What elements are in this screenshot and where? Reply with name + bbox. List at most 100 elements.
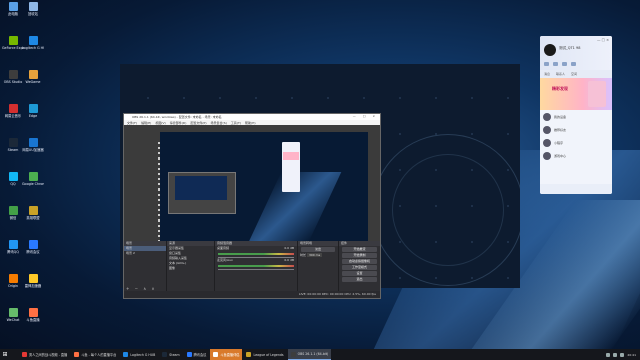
menu-item[interactable]: 帮助(H): [245, 121, 256, 125]
desktop-icon[interactable]: Google Chrome: [22, 172, 44, 186]
taskbar-item[interactable]: 腾讯会议: [184, 349, 210, 360]
mixer-channel-label: 桌面音频 0.0 dB: [215, 246, 297, 251]
tray-clock[interactable]: 20:41: [627, 353, 636, 357]
taskbar-item[interactable]: OBS 26.1.1 (64-bit): [287, 349, 332, 360]
tab-contacts[interactable]: 联系人: [556, 72, 565, 76]
desktop-icon[interactable]: QQ: [2, 172, 24, 186]
desktop-icon[interactable]: Edge: [22, 104, 44, 118]
chat-panel[interactable]: 测试_QT1 98 — □ × 消息 联系人 空间 精彩发现 我的设备 推荐好友小…: [540, 36, 612, 194]
app-icon: [290, 351, 296, 357]
taskbar-item-label: 腾讯会议: [193, 353, 207, 357]
mail-icon[interactable]: [544, 62, 549, 66]
mixer-channel-label: 麦克风/Aux 0.0 dB: [215, 258, 297, 263]
menu-item[interactable]: 编辑(E): [141, 121, 151, 125]
desktop-icon[interactable]: 斗鱼直播: [22, 308, 44, 322]
search-icon[interactable]: [10, 349, 19, 360]
app-icon: [28, 36, 38, 45]
app-icon: [8, 2, 18, 11]
volume-meter: [218, 253, 294, 255]
desktop-icon[interactable]: 腾讯会议: [22, 240, 44, 254]
desktop-icon[interactable]: Origin: [2, 274, 24, 288]
desktop-icon[interactable]: 网易云音乐: [2, 104, 24, 118]
control-button[interactable]: 开始录制: [342, 253, 377, 258]
list-item[interactable]: 我的设备: [540, 110, 612, 123]
control-button[interactable]: 工作室模式: [342, 265, 377, 270]
desktop-icon[interactable]: 微信: [2, 206, 24, 220]
scene-item[interactable]: 场景 2: [124, 251, 166, 256]
desktop-icon[interactable]: 回收站: [22, 2, 44, 16]
app-icon: [8, 274, 18, 283]
app-icon: [22, 352, 27, 357]
desktop-icon[interactable]: GeForce Experience: [2, 36, 24, 50]
desktop-icon[interactable]: OBS Studio: [2, 70, 24, 84]
menu-item[interactable]: 工具(T): [231, 121, 241, 125]
taskbar-item[interactable]: 男人之间的战斗视频 - 直播: [19, 349, 70, 360]
obs-preview-area: [124, 125, 380, 243]
app-icon: [28, 274, 38, 283]
desktop-icon[interactable]: 网易UU加速器: [22, 138, 44, 152]
menu-item[interactable]: 配置文件(P): [190, 121, 206, 125]
chat-username: 测试_QT1 98: [559, 46, 581, 50]
tab-messages[interactable]: 消息: [544, 72, 550, 76]
taskbar-item[interactable]: League of Legends: [243, 349, 286, 360]
obs-preview-canvas[interactable]: [160, 132, 368, 242]
menu-item[interactable]: 文件(F): [127, 121, 137, 125]
desktop-icon[interactable]: 英雄联盟: [22, 206, 44, 220]
ime-icon[interactable]: [620, 352, 625, 357]
taskbar-item-label: League of Legends: [253, 352, 284, 357]
obs-window[interactable]: OBS 26.1.1 (64-bit, windows) - 配置文件: 未命名…: [123, 113, 381, 299]
control-button[interactable]: 设置: [342, 271, 377, 276]
taskbar-item[interactable]: 斗鱼直播伴侣: [210, 349, 243, 360]
list-item[interactable]: 游戏中心: [540, 149, 612, 162]
chat-header: 测试_QT1 98 — □ ×: [540, 36, 612, 70]
desktop-icon[interactable]: WeChat: [2, 308, 24, 322]
video-ring: [392, 154, 504, 266]
control-button[interactable]: 退出: [342, 277, 377, 282]
desktop-icon[interactable]: WeGame: [22, 70, 44, 84]
desktop-icon[interactable]: 此电脑: [2, 2, 24, 16]
window-controls[interactable]: — □ ×: [597, 38, 609, 42]
desktop-icon-label: 微信: [9, 216, 17, 220]
volume-meter: [218, 265, 294, 267]
game-icon[interactable]: [562, 62, 567, 66]
volume-icon[interactable]: [613, 352, 618, 357]
network-icon[interactable]: [606, 352, 611, 357]
desktop-icon[interactable]: Logitech G HUB: [22, 36, 44, 50]
desktop-icon-label: 网易UU加速器: [22, 148, 44, 152]
desktop-icon[interactable]: 腾讯QQ: [2, 240, 24, 254]
volume-slider[interactable]: [218, 269, 294, 270]
obs-title: OBS 26.1.1 (64-bit, windows) - 配置文件: 未命名…: [132, 115, 222, 119]
promo-banner[interactable]: 精彩发现: [540, 78, 612, 110]
volume-slider[interactable]: [218, 257, 294, 258]
desktop-icon-label: 腾讯会议: [26, 250, 40, 254]
system-tray: 20:41: [606, 352, 640, 357]
control-button[interactable]: 启动虚拟摄像机: [342, 259, 377, 264]
source-item[interactable]: 图像: [167, 266, 214, 271]
taskbar-item[interactable]: Steam: [159, 349, 182, 360]
windows-start-icon[interactable]: ⊞: [0, 349, 10, 360]
window-controls[interactable]: — □ ×: [353, 114, 378, 118]
app-icon: [28, 206, 38, 215]
taskbar-item-label: 斗鱼 - 每个人的直播平台: [81, 353, 117, 357]
desktop-icon-label: QQ: [10, 182, 16, 186]
control-button[interactable]: 开始推流: [342, 247, 377, 252]
transition-type-select[interactable]: 淡出: [301, 247, 335, 252]
desktop-icon[interactable]: 雷神加速器: [22, 274, 44, 288]
menu-item[interactable]: 停靠部件(D): [170, 121, 187, 125]
menu-item[interactable]: 视图(V): [155, 121, 165, 125]
taskbar-item-label: OBS 26.1.1 (64-bit): [297, 352, 329, 356]
app-icon: [123, 352, 129, 357]
desktop-icon[interactable]: Steam: [2, 138, 24, 152]
taskbar-item[interactable]: Logitech G HUB: [120, 349, 158, 360]
avatar[interactable]: [544, 44, 556, 56]
duration-input[interactable]: 300 ms: [306, 253, 323, 257]
space-icon[interactable]: [553, 62, 558, 66]
taskbar-item[interactable]: 斗鱼 - 每个人的直播平台: [71, 349, 119, 360]
settings-icon[interactable]: [571, 62, 576, 66]
tab-space[interactable]: 空间: [571, 72, 577, 76]
list-item[interactable]: 推荐好友: [540, 123, 612, 136]
chat-list: 我的设备 推荐好友 小程序 游戏中心: [540, 110, 612, 162]
app-icon: [8, 138, 18, 147]
list-item[interactable]: 小程序: [540, 136, 612, 149]
menu-item[interactable]: 场景集合(S): [211, 121, 227, 125]
